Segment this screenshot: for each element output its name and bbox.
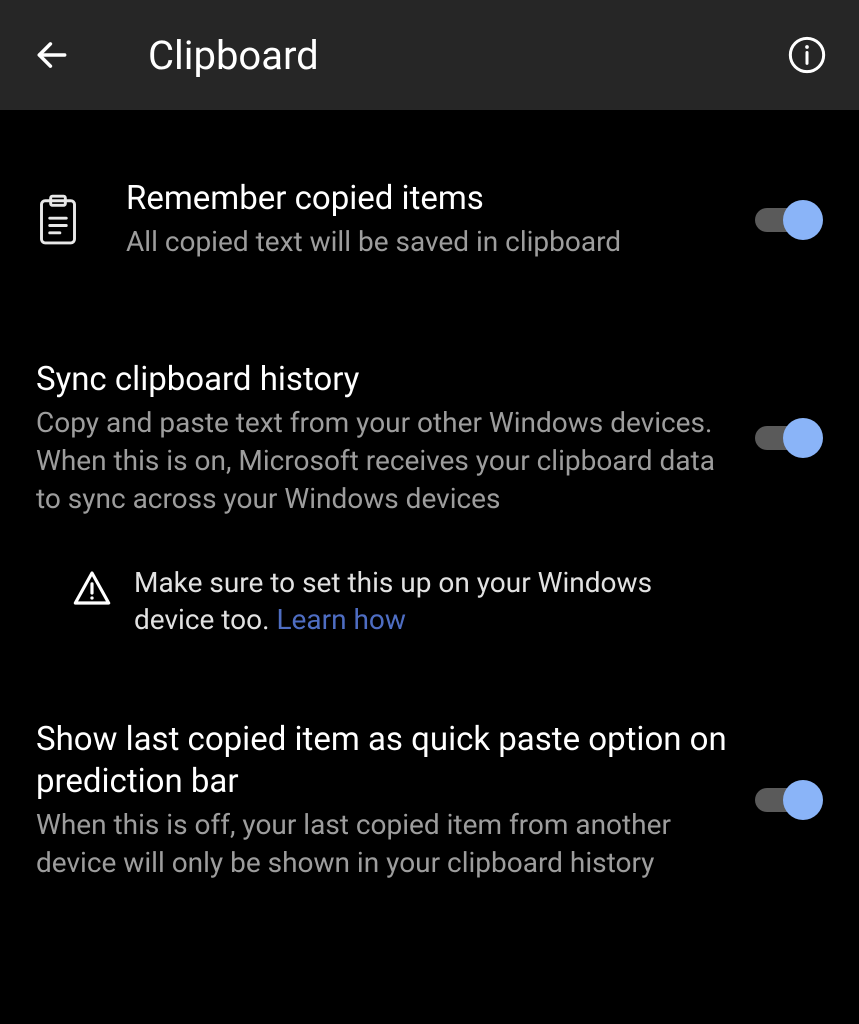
back-arrow-icon xyxy=(33,36,71,74)
setting-sync-title: Sync clipboard history xyxy=(36,359,727,400)
info-button[interactable] xyxy=(783,31,831,79)
clipboard-icon-wrap xyxy=(36,194,126,246)
learn-how-link[interactable]: Learn how xyxy=(276,603,406,636)
settings-content: Remember copied items All copied text wi… xyxy=(0,110,859,899)
setting-sync-text: Sync clipboard history Copy and paste te… xyxy=(36,359,751,518)
app-header: Clipboard xyxy=(0,0,859,110)
setting-quickpaste-text: Show last copied item as quick paste opt… xyxy=(36,719,751,881)
setting-quick-paste[interactable]: Show last copied item as quick paste opt… xyxy=(0,701,859,899)
setting-sync-history[interactable]: Sync clipboard history Copy and paste te… xyxy=(0,341,859,536)
sync-warning-row: Make sure to set this up on your Windows… xyxy=(0,560,859,640)
page-title: Clipboard xyxy=(148,32,783,79)
back-button[interactable] xyxy=(28,31,76,79)
setting-sync-block: Sync clipboard history Copy and paste te… xyxy=(0,341,859,639)
toggle-quick-paste[interactable] xyxy=(751,780,823,820)
info-icon xyxy=(787,35,827,75)
sync-warning-text: Make sure to set this up on your Windows… xyxy=(134,564,694,640)
warning-icon xyxy=(72,568,112,608)
toggle-remember-items[interactable] xyxy=(751,200,823,240)
setting-quickpaste-desc: When this is off, your last copied item … xyxy=(36,806,727,882)
setting-sync-desc: Copy and paste text from your other Wind… xyxy=(36,404,727,517)
warning-icon-wrap xyxy=(72,568,112,612)
setting-remember-items[interactable]: Remember copied items All copied text wi… xyxy=(0,160,859,279)
clipboard-icon xyxy=(36,194,80,246)
setting-remember-text: Remember copied items All copied text wi… xyxy=(126,178,751,261)
setting-remember-desc: All copied text will be saved in clipboa… xyxy=(126,223,727,261)
toggle-sync-history[interactable] xyxy=(751,418,823,458)
setting-quickpaste-title: Show last copied item as quick paste opt… xyxy=(36,719,727,802)
setting-remember-title: Remember copied items xyxy=(126,178,727,219)
